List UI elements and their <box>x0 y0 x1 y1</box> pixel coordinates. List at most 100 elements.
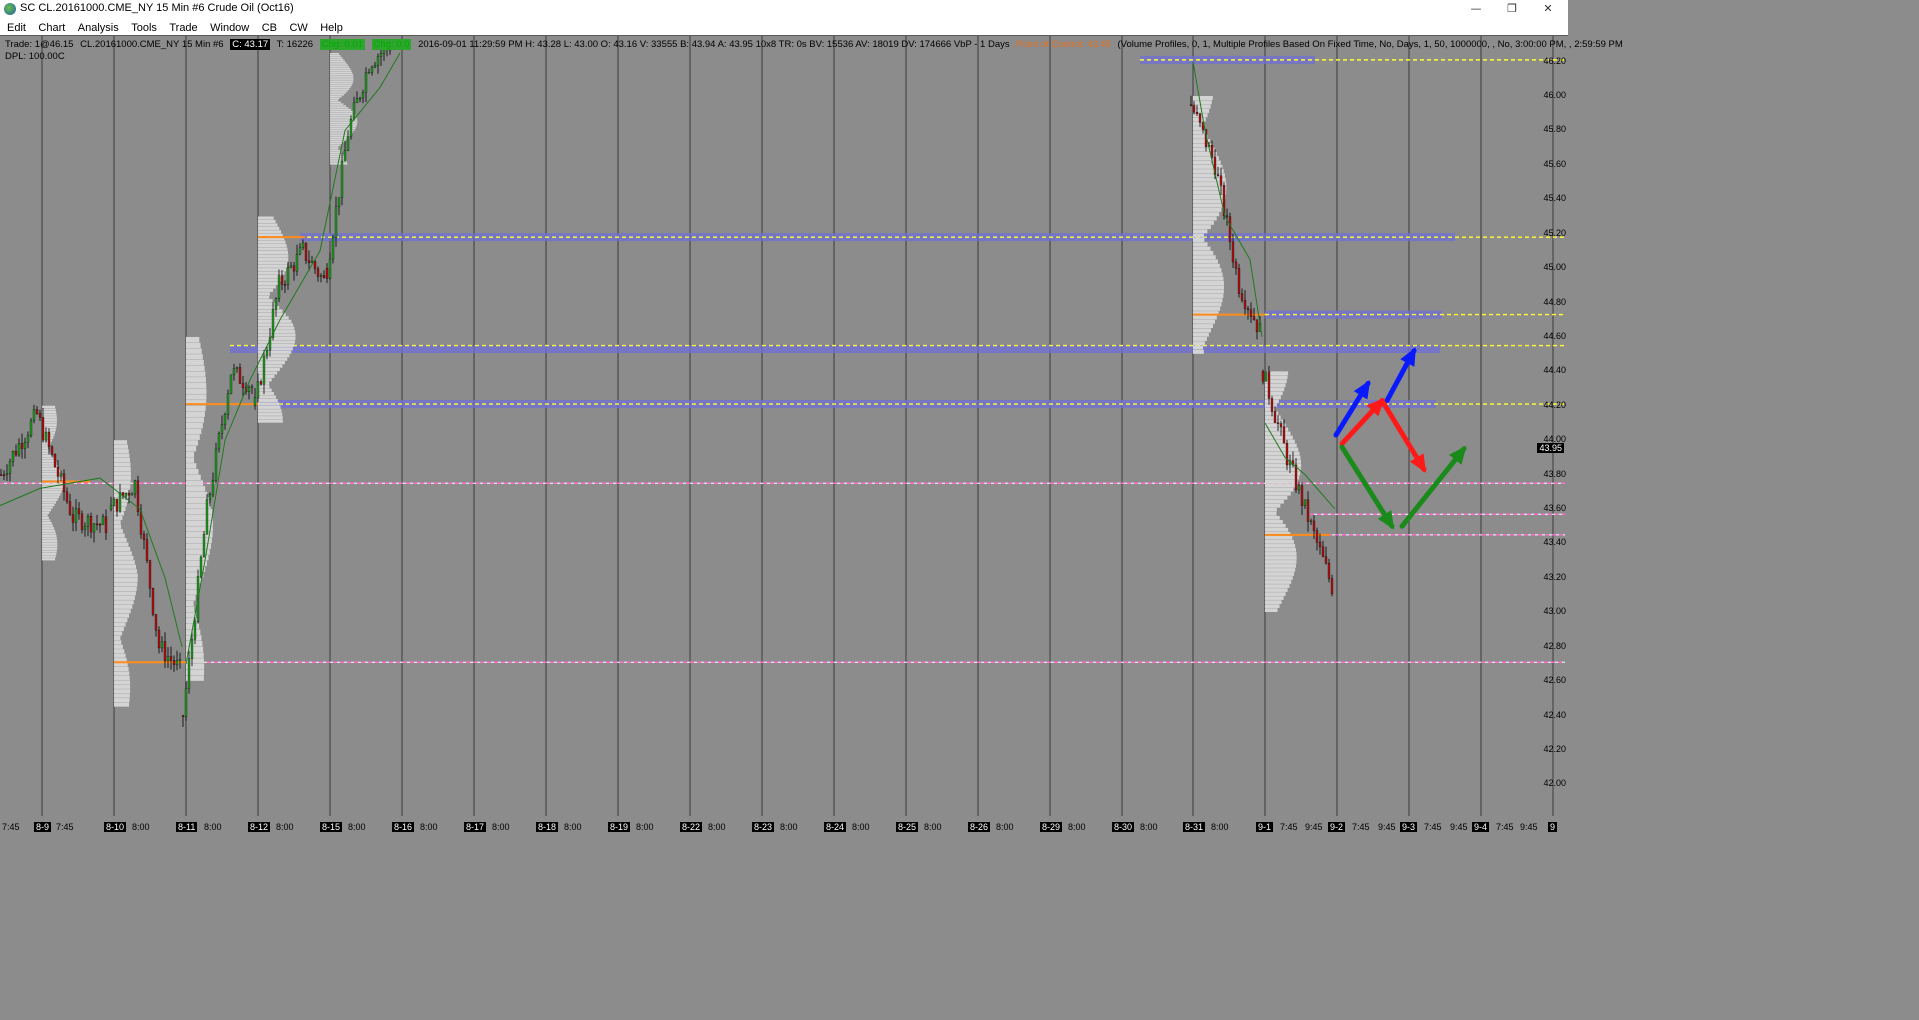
candle-body <box>56 466 60 477</box>
price-tick-label: 42.20 <box>1543 743 1566 754</box>
volume-profile-bar <box>1265 519 1283 524</box>
time-axis-time-label: 9:45 <box>1520 822 1538 832</box>
candle-body <box>71 514 75 523</box>
volume-profile-bar <box>114 684 131 689</box>
candle-body <box>331 237 335 260</box>
volume-profile-bar <box>114 555 134 560</box>
time-axis-time-label: 8:00 <box>276 822 294 832</box>
candle-body <box>133 480 137 495</box>
minimize-button[interactable]: — <box>1458 0 1494 18</box>
volume-profile-bar <box>330 88 350 90</box>
volume-profile-bar <box>114 635 121 640</box>
candle-body <box>166 656 170 662</box>
candle-body <box>328 258 332 279</box>
candle-body <box>1321 546 1325 557</box>
volume-profile-bar <box>186 480 203 486</box>
candle-body <box>14 451 18 456</box>
candle-body <box>226 393 230 415</box>
candle-body <box>193 621 197 640</box>
volume-profile-bar <box>42 475 63 478</box>
volume-profile-bar <box>114 693 130 698</box>
volume-profile-bar <box>114 666 129 672</box>
restore-button[interactable]: ❐ <box>1494 0 1530 18</box>
volume-profile-bar <box>258 271 285 275</box>
volume-profile-bar <box>1193 225 1211 230</box>
volume-profile-bar <box>1265 511 1277 516</box>
time-axis-day-label: 9 <box>1548 822 1558 832</box>
volume-profile-bar <box>330 159 347 161</box>
profiles-study-readout: (Volume Profiles, 0, 1, Multiple Profile… <box>1117 39 1623 50</box>
volume-profile-bar <box>330 71 353 74</box>
volume-profile-bar <box>1193 250 1214 255</box>
volume-profile-bar <box>186 359 204 366</box>
candle-body <box>229 374 233 394</box>
time-axis-day-label: 8-25 <box>896 822 919 832</box>
candle-body <box>77 508 81 515</box>
time-axis-day-label: 8-17 <box>464 822 487 832</box>
volume-profile-bar <box>258 295 270 299</box>
candle-body <box>316 268 320 277</box>
time-axis-time-label: 8:00 <box>348 822 366 832</box>
candle-body <box>1318 542 1322 548</box>
volume-profile-bar <box>114 457 131 463</box>
time-axis-day-label: 8-10 <box>104 822 127 832</box>
volume-profile-bar <box>258 340 295 344</box>
volume-profile-bar <box>1193 242 1208 247</box>
time-axis-day-label: 8-24 <box>824 822 847 832</box>
candle-body <box>346 136 350 151</box>
volume-profile-bar <box>186 468 199 475</box>
volume-profile-bar <box>114 702 130 707</box>
volume-profile-bar <box>258 395 276 399</box>
candle-body <box>89 516 93 533</box>
candle-body <box>256 381 260 398</box>
candle-body <box>86 516 90 527</box>
volume-profile-bar <box>114 440 128 445</box>
volume-profile-bar <box>114 631 123 636</box>
volume-profile-bar <box>258 309 283 313</box>
volume-profile-bar <box>114 520 121 525</box>
candle-body <box>41 417 45 441</box>
volume-profile-bar <box>330 149 340 152</box>
volume-profile-bar <box>1265 507 1277 512</box>
time-axis-day-label: 9-4 <box>1472 822 1490 832</box>
volume-profile-bar <box>186 377 206 383</box>
volume-profile-bar <box>186 486 206 492</box>
volume-profile-bar <box>330 144 341 146</box>
volume-profile-bar <box>330 60 345 63</box>
volume-profile-bar <box>258 240 286 244</box>
chart-canvas[interactable] <box>0 36 1568 834</box>
volume-profile-bar <box>330 64 348 66</box>
volume-profile-bar <box>186 336 200 343</box>
candle-body <box>32 409 36 422</box>
candle-body <box>2 474 6 476</box>
close-button[interactable]: ✕ <box>1530 0 1566 18</box>
time-axis-time-label: 9:45 <box>1378 822 1396 832</box>
volume-profile-bar <box>258 288 273 292</box>
candle-body <box>1273 411 1277 423</box>
volume-profile-bar <box>186 445 197 452</box>
menu-bar: Edit Chart Analysis Tools Trade Window C… <box>0 18 1568 35</box>
volume-profile-bar <box>42 542 58 545</box>
volume-profile-bar <box>1193 104 1211 109</box>
candle-body <box>1198 113 1202 123</box>
volume-profile-bar <box>114 578 138 583</box>
volume-profile-bar <box>114 609 131 614</box>
volume-profile-bar <box>258 247 288 251</box>
volume-profile-bar <box>114 444 128 449</box>
volume-profile-bar <box>1193 216 1217 221</box>
volume-profile-bar <box>186 595 196 601</box>
price-chart[interactable]: Trade: 1@46.15 CL.20161000.CME_NY 15 Min… <box>0 35 1623 834</box>
volume-profile-bar <box>42 501 56 504</box>
volume-profile-bar <box>1193 160 1221 165</box>
volume-profile-bar <box>1265 580 1292 584</box>
price-tick-label: 44.80 <box>1543 296 1566 307</box>
candle-body <box>169 656 173 661</box>
volume-profile-bar <box>114 511 124 516</box>
candle-body <box>1297 485 1301 491</box>
candle-body <box>262 355 266 385</box>
time-axis-time-label: 8:00 <box>924 822 942 832</box>
volume-profile-bar <box>330 67 351 70</box>
candle-body <box>74 508 78 523</box>
volume-profile-bar <box>1265 527 1289 532</box>
volume-profile-bar <box>1193 293 1224 298</box>
